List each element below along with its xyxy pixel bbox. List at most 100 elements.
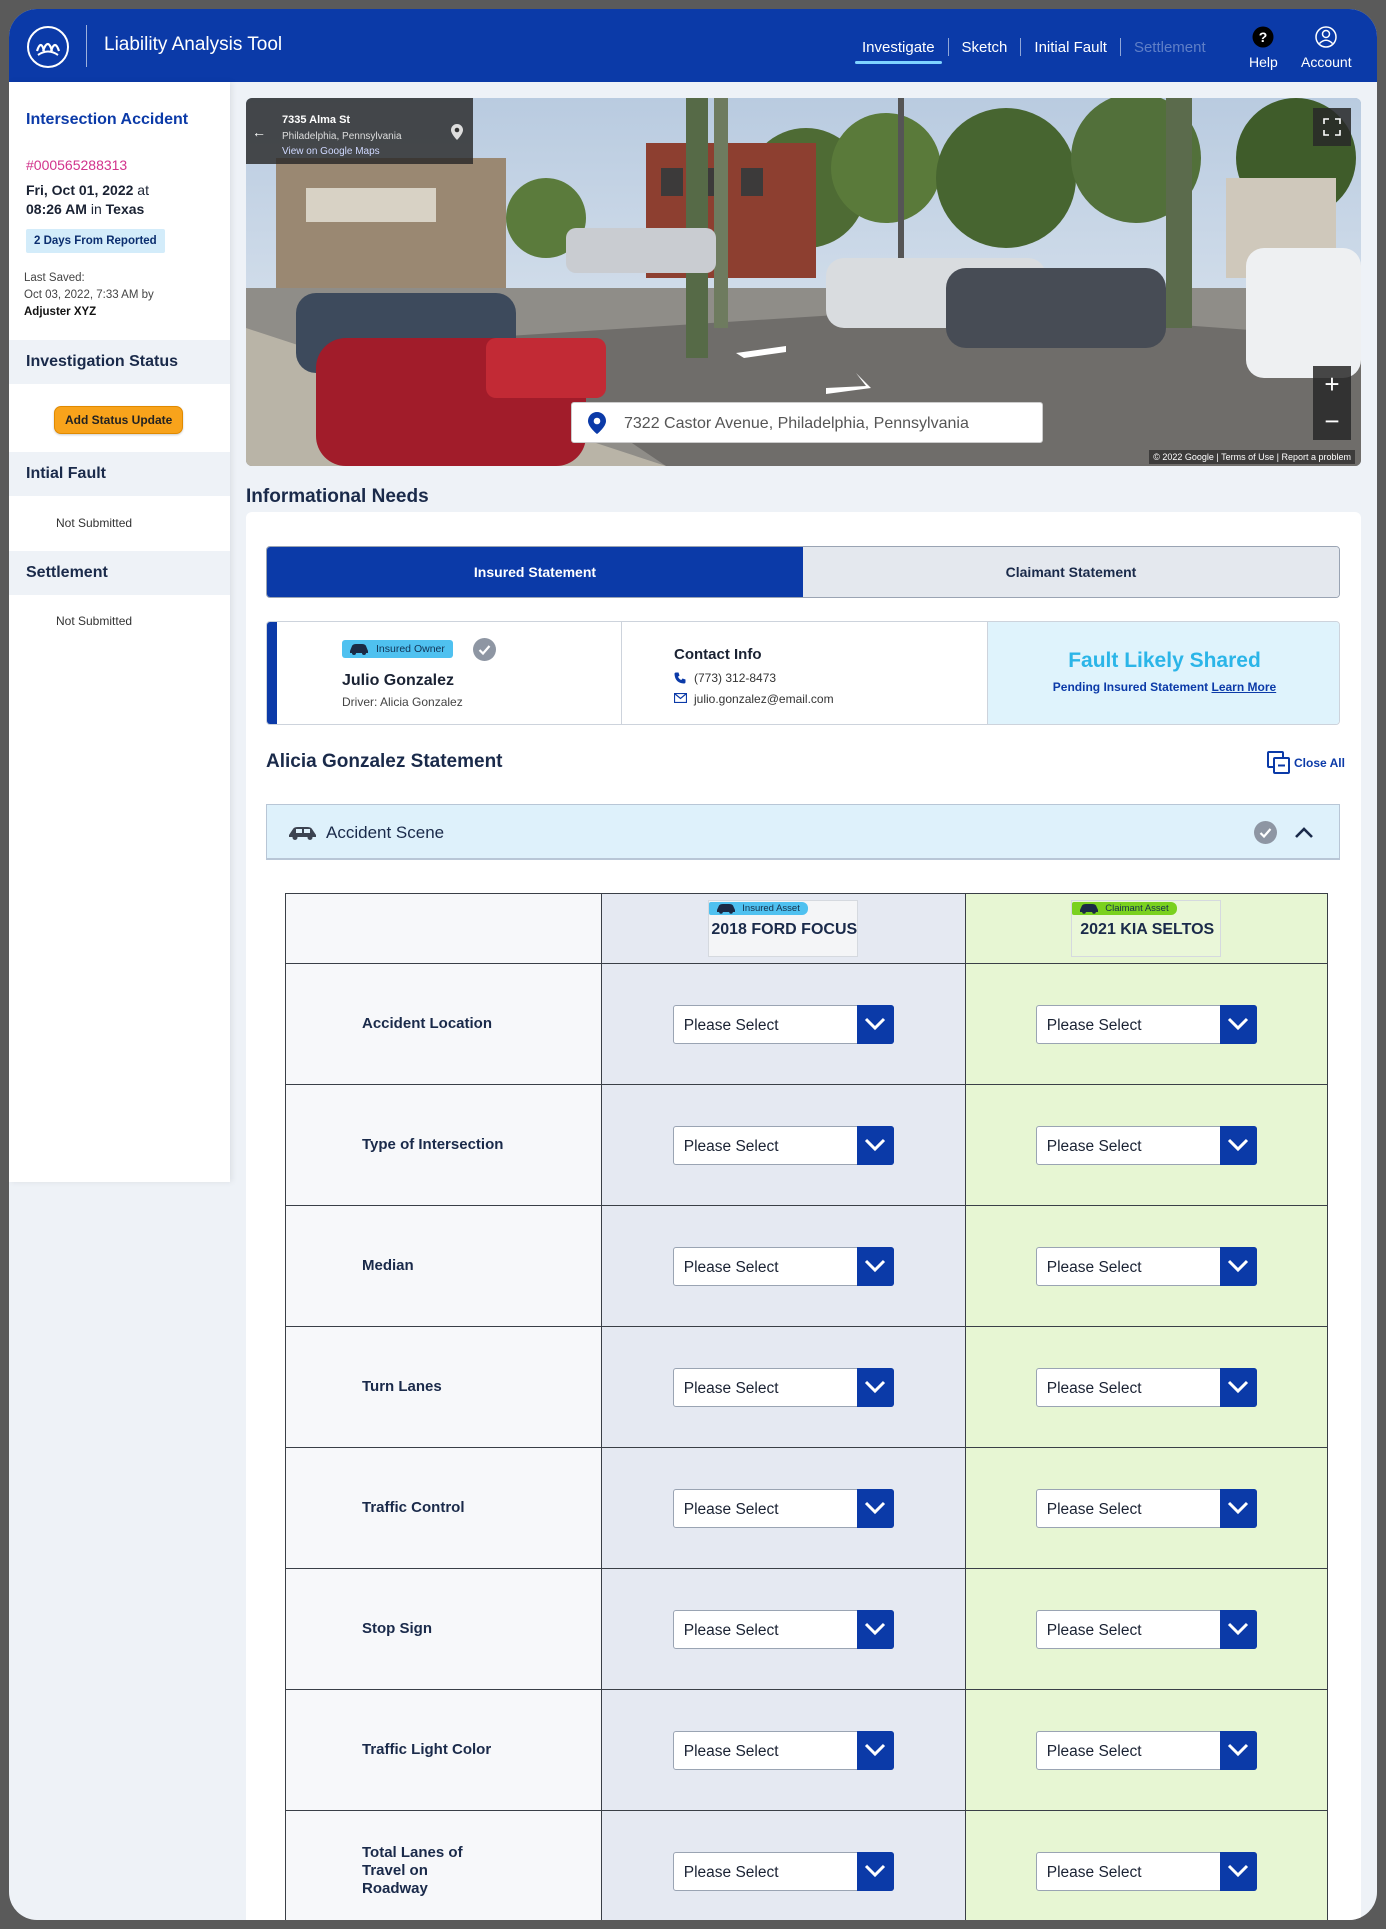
row-label: Traffic Light Color [362, 1741, 492, 1758]
table-row: Traffic Control Please Select Please Selec… [284, 1447, 1329, 1569]
row-label-cell: Traffic Light Color [284, 1689, 603, 1811]
chevron-down-icon[interactable] [1219, 1851, 1257, 1891]
chevron-down-icon[interactable] [1219, 1367, 1257, 1407]
claimant-cell: Please Select [964, 1689, 1329, 1811]
car-icon [1080, 904, 1099, 914]
chevron-down-icon[interactable] [1219, 1609, 1257, 1649]
chevron-down-icon[interactable] [1219, 1730, 1257, 1770]
chevron-down-icon[interactable] [856, 1609, 894, 1649]
badge-label: Insured Owner [376, 643, 445, 655]
table-row: Total Lanes of Travel on Roadway Please S… [284, 1810, 1329, 1920]
insured-cell: Please Select [601, 1447, 966, 1569]
insured-cell: Please Select [601, 1205, 966, 1327]
row-label-cell: Stop Sign [284, 1568, 603, 1690]
account-button[interactable]: Account [1301, 26, 1352, 70]
select-value: Please Select [683, 1500, 779, 1518]
place-info-card[interactable]: ← 7335 Alma St Philadelphia, Pennsylvani… [246, 98, 473, 164]
settlement-section: Settlement [9, 551, 230, 595]
chevron-down-icon[interactable] [1219, 1488, 1257, 1528]
map-pin-icon[interactable] [451, 124, 463, 140]
insured-select[interactable]: Please Select [672, 1246, 894, 1286]
phone-number: (773) 312-8473 [694, 671, 777, 685]
insured-select[interactable]: Please Select [672, 1609, 894, 1649]
claimant-select[interactable]: Please Select [1035, 1367, 1257, 1407]
row-label-cell: Turn Lanes [284, 1326, 603, 1448]
insured-select[interactable]: Please Select [672, 1488, 894, 1528]
map-credit[interactable]: © 2022 Google | Terms of Use | Report a … [1149, 450, 1355, 464]
chevron-up-icon[interactable] [1293, 822, 1315, 844]
chevron-down-icon[interactable] [856, 1851, 894, 1891]
claimant-select[interactable]: Please Select [1035, 1004, 1257, 1044]
learn-more-link[interactable]: Learn More [1212, 680, 1277, 694]
statement-tabs: Insured Statement Claimant Statement [266, 546, 1340, 598]
add-status-update-button[interactable]: Add Status Update [54, 406, 184, 434]
tab-claimant-statement[interactable]: Claimant Statement [803, 547, 1339, 597]
zoom-out-button[interactable]: − [1313, 403, 1351, 440]
zoom-in-button[interactable]: + [1313, 366, 1351, 403]
select-value: Please Select [1046, 1258, 1142, 1276]
table-row: Stop Sign Please Select Please Select [284, 1568, 1329, 1690]
card-accent-stripe [267, 622, 277, 724]
collapse-all-icon [1267, 751, 1290, 774]
chevron-down-icon[interactable] [856, 1730, 894, 1770]
insured-select[interactable]: Please Select [672, 1367, 894, 1407]
claimant-select[interactable]: Please Select [1035, 1488, 1257, 1528]
tab-initial-fault[interactable]: Initial Fault [1021, 39, 1120, 56]
chevron-down-icon[interactable] [1219, 1125, 1257, 1165]
brand-logo-icon[interactable] [27, 26, 69, 68]
claim-number[interactable]: #000565288313 [26, 157, 127, 173]
chevron-down-icon[interactable] [1219, 1246, 1257, 1286]
tab-investigate[interactable]: Investigate [849, 39, 948, 64]
chevron-down-icon[interactable] [856, 1004, 894, 1044]
claimant-select[interactable]: Please Select [1035, 1609, 1257, 1649]
chevron-down-icon[interactable] [856, 1246, 894, 1286]
card-divider [621, 622, 622, 724]
accident-scene-accordion[interactable]: Accident Scene [266, 804, 1340, 860]
select-value: Please Select [683, 1621, 779, 1639]
zoom-controls: + − [1313, 366, 1351, 440]
insured-cell: Please Select [601, 1810, 966, 1920]
chevron-down-icon[interactable] [856, 1367, 894, 1407]
select-value: Please Select [683, 1379, 779, 1397]
insured-cell: Please Select [601, 1689, 966, 1811]
chevron-down-icon[interactable] [856, 1125, 894, 1165]
street-view-map[interactable]: ← 7335 Alma St Philadelphia, Pennsylvani… [246, 98, 1361, 466]
select-value: Please Select [1046, 1621, 1142, 1639]
fullscreen-icon[interactable] [1313, 108, 1351, 146]
claimant-asset-header: Claimant Asset 2021 KIA SELTOS [964, 893, 1329, 964]
select-value: Please Select [683, 1137, 779, 1155]
claimant-select[interactable]: Please Select [1035, 1730, 1257, 1770]
select-value: Please Select [1046, 1016, 1142, 1034]
claim-time: 08:26 AM [26, 201, 87, 217]
close-all-label: Close All [1294, 756, 1345, 770]
claimant-select[interactable]: Please Select [1035, 1851, 1257, 1891]
insured-owner-badge: Insured Owner [342, 640, 453, 658]
row-label: Total Lanes of Travel on Roadway [362, 1844, 463, 1897]
tab-sketch[interactable]: Sketch [949, 39, 1021, 56]
row-label: Stop Sign [362, 1620, 432, 1637]
insured-select[interactable]: Please Select [672, 1851, 894, 1891]
google-maps-link[interactable]: View on Google Maps [282, 146, 380, 157]
help-button[interactable]: ? Help [1249, 26, 1278, 70]
claimant-select[interactable]: Please Select [1035, 1125, 1257, 1165]
insured-cell: Please Select [601, 1084, 966, 1206]
address-text: 7322 Castor Avenue, Philadelphia, Pennsy… [624, 415, 969, 432]
claim-date: Fri, Oct 01, 2022 [26, 182, 134, 198]
fault-title: Fault Likely Shared [1068, 649, 1261, 672]
chevron-down-icon[interactable] [1219, 1004, 1257, 1044]
insured-select[interactable]: Please Select [672, 1004, 894, 1044]
fault-subtitle-text: Pending Insured Statement [1052, 680, 1209, 694]
insured-select[interactable]: Please Select [672, 1730, 894, 1770]
svg-text:?: ? [1259, 29, 1268, 45]
insured-asset-card: Insured Asset 2018 FORD FOCUS [708, 900, 859, 957]
settlement-status: Not Submitted [56, 614, 133, 628]
claimant-select[interactable]: Please Select [1035, 1246, 1257, 1286]
back-arrow-icon[interactable]: ← [252, 124, 266, 140]
help-icon: ? [1252, 26, 1274, 48]
last-saved-by: Adjuster XYZ [24, 306, 97, 318]
insured-select[interactable]: Please Select [672, 1125, 894, 1165]
chevron-down-icon[interactable] [856, 1488, 894, 1528]
address-display[interactable]: 7322 Castor Avenue, Philadelphia, Pennsy… [571, 402, 1043, 443]
row-label-cell: Total Lanes of Travel on Roadway [284, 1810, 603, 1920]
tab-insured-statement[interactable]: Insured Statement [267, 547, 803, 597]
